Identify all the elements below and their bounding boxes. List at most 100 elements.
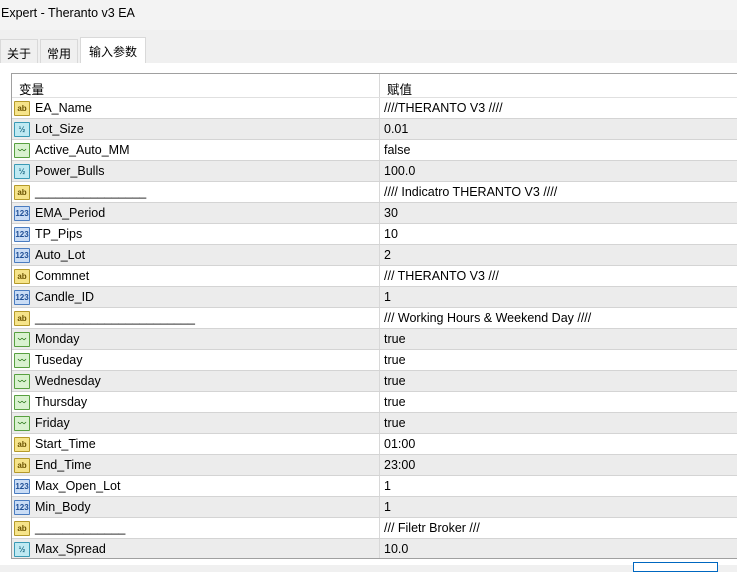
integer-type-icon: 123	[14, 226, 30, 242]
table-row[interactable]: 123 EMA_Period 30	[12, 203, 737, 224]
table-row[interactable]: 〰 Monday true	[12, 329, 737, 350]
value-cell[interactable]: true	[380, 329, 737, 349]
table-row[interactable]: ab _____________ /// Filetr Broker ///	[12, 518, 737, 539]
variable-cell: ab EA_Name	[12, 98, 380, 118]
value-cell[interactable]: 01:00	[380, 434, 737, 454]
bool-type-icon: 〰	[14, 331, 30, 347]
variable-name: ________________	[35, 185, 147, 199]
double-type-icon: ½	[14, 121, 30, 137]
value-cell[interactable]: 0.01	[380, 119, 737, 139]
parameters-table: 变量 赋值 ab EA_Name ////THERANTO V3 //// ½ Lot_…	[11, 73, 737, 559]
table-row[interactable]: 123 Candle_ID 1	[12, 287, 737, 308]
variable-name: TP_Pips	[35, 227, 83, 241]
string-type-icon: ab	[14, 520, 30, 536]
value-cell[interactable]: 1	[380, 287, 737, 307]
value-cell[interactable]: true	[380, 350, 737, 370]
window-title: Expert - Theranto v3 EA	[0, 0, 737, 30]
table-row[interactable]: 123 Max_Open_Lot 1	[12, 476, 737, 497]
string-type-icon: ab	[14, 457, 30, 473]
variable-cell: ½ Power_Bulls	[12, 161, 380, 181]
table-row[interactable]: 〰 Thursday true	[12, 392, 737, 413]
double-type-icon: ½	[14, 163, 30, 179]
variable-name: Monday	[35, 332, 80, 346]
integer-type-icon: 123	[14, 247, 30, 263]
double-type-icon: ½	[14, 541, 30, 557]
variable-name: _____________	[35, 521, 126, 535]
variable-cell: ab Commnet	[12, 266, 380, 286]
variable-name: Start_Time	[35, 437, 96, 451]
variable-name: Friday	[35, 416, 70, 430]
variable-cell: ab ________________	[12, 182, 380, 202]
table-row[interactable]: 〰 Active_Auto_MM false	[12, 140, 737, 161]
bool-type-icon: 〰	[14, 373, 30, 389]
value-cell[interactable]: false	[380, 140, 737, 160]
value-cell[interactable]: //// Indicatro THERANTO V3 ////	[380, 182, 737, 202]
variable-name: EA_Name	[35, 101, 92, 115]
table-row[interactable]: ½ Power_Bulls 100.0	[12, 161, 737, 182]
variable-cell: 123 Auto_Lot	[12, 245, 380, 265]
variable-cell: 〰 Active_Auto_MM	[12, 140, 380, 160]
table-row[interactable]: 123 TP_Pips 10	[12, 224, 737, 245]
table-row[interactable]: 123 Auto_Lot 2	[12, 245, 737, 266]
table-row[interactable]: ½ Max_Spread 10.0	[12, 539, 737, 558]
variable-name: _______________________	[35, 311, 195, 325]
value-cell[interactable]: 2	[380, 245, 737, 265]
ok-button[interactable]	[633, 562, 718, 572]
table-row[interactable]: ab EA_Name ////THERANTO V3 ////	[12, 98, 737, 119]
variable-name: Lot_Size	[35, 122, 84, 136]
value-cell[interactable]: true	[380, 392, 737, 412]
variable-name: EMA_Period	[35, 206, 106, 220]
tab-about[interactable]: 关于	[0, 39, 39, 65]
string-type-icon: ab	[14, 310, 30, 326]
value-cell[interactable]: true	[380, 413, 737, 433]
table-row[interactable]: 〰 Wednesday true	[12, 371, 737, 392]
value-cell[interactable]: /// THERANTO V3 ///	[380, 266, 737, 286]
value-cell[interactable]: 1	[380, 476, 737, 496]
bool-type-icon: 〰	[14, 352, 30, 368]
bool-type-icon: 〰	[14, 394, 30, 410]
value-cell[interactable]: 1	[380, 497, 737, 517]
value-cell[interactable]: /// Working Hours & Weekend Day ////	[380, 308, 737, 328]
variable-cell: ab _____________	[12, 518, 380, 538]
bool-type-icon: 〰	[14, 415, 30, 431]
variable-cell: 〰 Wednesday	[12, 371, 380, 391]
tab-common[interactable]: 常用	[40, 39, 79, 65]
variable-cell: ½ Lot_Size	[12, 119, 380, 139]
column-header-variable[interactable]: 变量	[12, 74, 380, 97]
variable-name: Active_Auto_MM	[35, 143, 130, 157]
variable-cell: 123 Min_Body	[12, 497, 380, 517]
value-cell[interactable]: true	[380, 371, 737, 391]
table-row[interactable]: ab _______________________ /// Working Hou…	[12, 308, 737, 329]
table-row[interactable]: ab Commnet /// THERANTO V3 ///	[12, 266, 737, 287]
variable-name: Thursday	[35, 395, 88, 409]
inputs-panel: 变量 赋值 ab EA_Name ////THERANTO V3 //// ½ Lot_…	[0, 63, 737, 565]
tab-inputs[interactable]: 输入参数	[80, 37, 147, 65]
value-cell[interactable]: 23:00	[380, 455, 737, 475]
value-cell[interactable]: /// Filetr Broker ///	[380, 518, 737, 538]
variable-name: Commnet	[35, 269, 90, 283]
value-cell[interactable]: 100.0	[380, 161, 737, 181]
variable-cell: 〰 Friday	[12, 413, 380, 433]
variable-cell: ab End_Time	[12, 455, 380, 475]
string-type-icon: ab	[14, 436, 30, 452]
integer-type-icon: 123	[14, 205, 30, 221]
table-row[interactable]: 〰 Tuseday true	[12, 350, 737, 371]
table-row[interactable]: 123 Min_Body 1	[12, 497, 737, 518]
integer-type-icon: 123	[14, 499, 30, 515]
table-row[interactable]: ab End_Time 23:00	[12, 455, 737, 476]
variable-name: Auto_Lot	[35, 248, 86, 262]
value-cell[interactable]: 30	[380, 203, 737, 223]
table-row[interactable]: ½ Lot_Size 0.01	[12, 119, 737, 140]
value-cell[interactable]: ////THERANTO V3 ////	[380, 98, 737, 118]
table-row[interactable]: 〰 Friday true	[12, 413, 737, 434]
variable-cell: 〰 Monday	[12, 329, 380, 349]
variable-cell: ab _______________________	[12, 308, 380, 328]
variable-name: Max_Spread	[35, 542, 106, 556]
value-cell[interactable]: 10	[380, 224, 737, 244]
table-row[interactable]: ab Start_Time 01:00	[12, 434, 737, 455]
column-header-value[interactable]: 赋值	[380, 74, 737, 97]
table-row[interactable]: ab ________________ //// Indicatro THERANT…	[12, 182, 737, 203]
integer-type-icon: 123	[14, 478, 30, 494]
variable-cell: 123 EMA_Period	[12, 203, 380, 223]
value-cell[interactable]: 10.0	[380, 539, 737, 558]
